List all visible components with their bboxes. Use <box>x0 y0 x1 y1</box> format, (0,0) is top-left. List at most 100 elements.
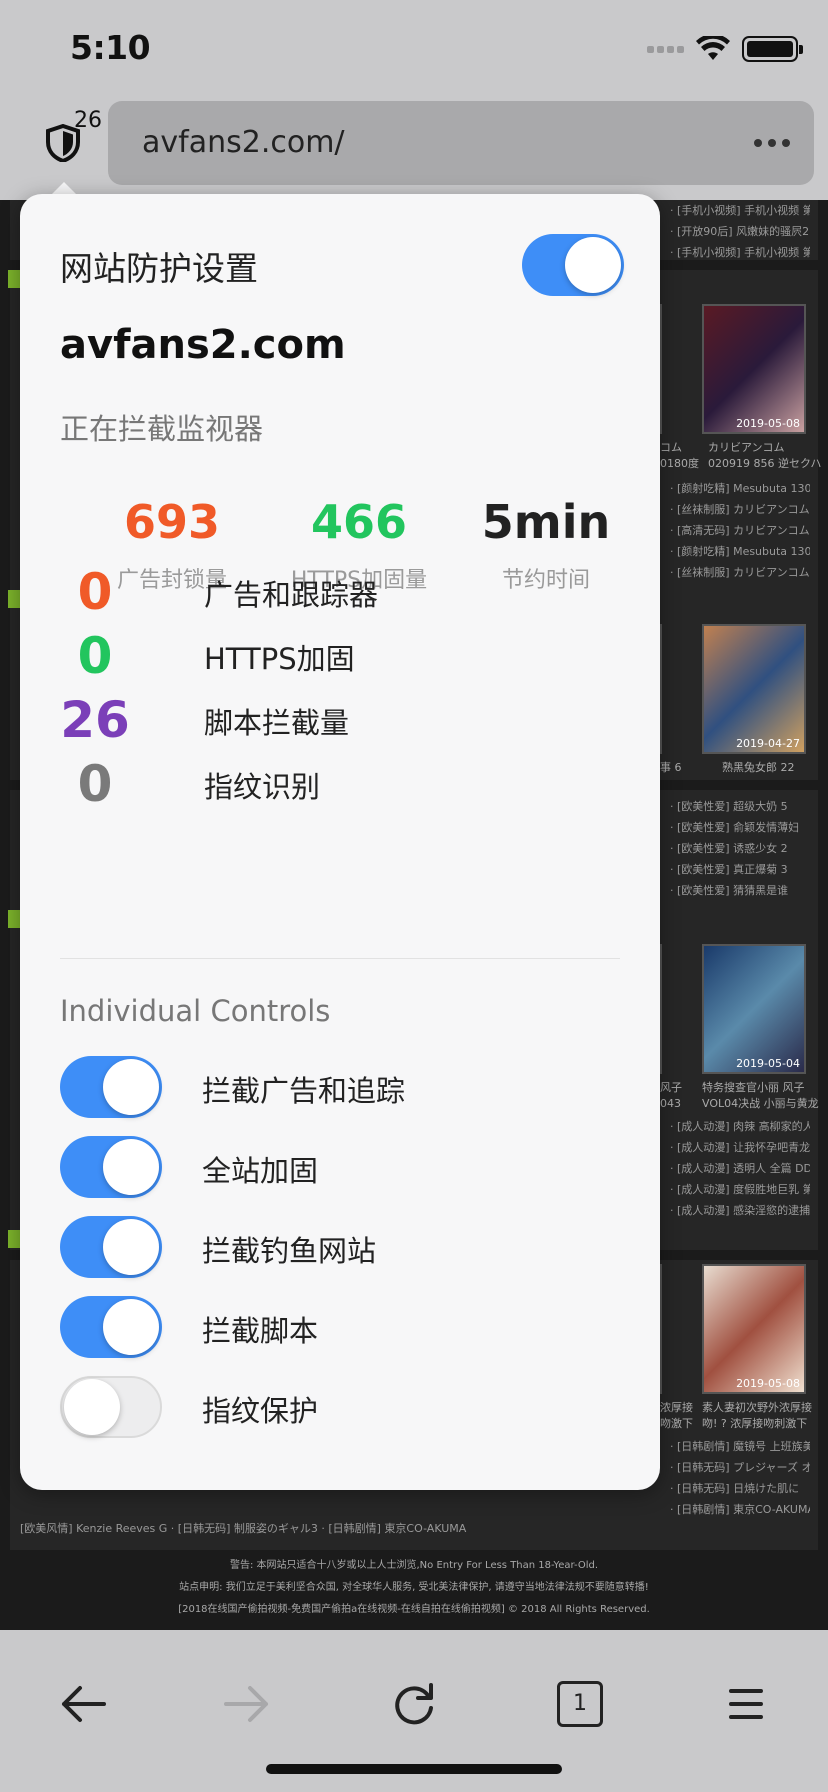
individual-controls-header: Individual Controls <box>60 994 331 1028</box>
menu-icon <box>729 1689 763 1719</box>
site-protection-toggle[interactable] <box>522 234 624 296</box>
battery-icon <box>742 36 803 62</box>
bg-list: · [手机小视频] 手机小视频 第6 · [开放90后] 风嫩妹的骚屄2 · [… <box>670 200 810 263</box>
reload-icon <box>395 1683 433 1725</box>
bg-thumb-caption: 吻激下 <box>660 1417 693 1430</box>
bg-thumb-caption: 浓厚接 <box>660 1401 693 1414</box>
bg-list-line: · [颜射吃精] Mesubuta 13011 <box>670 545 810 558</box>
stat-value: 693 <box>123 495 221 549</box>
site-shields-popover: 网站防护设置 avfans2.com 正在拦截监视器 693 广告封锁量 466… <box>20 194 660 1490</box>
control-phishing: 拦截钓鱼网站 <box>60 1216 620 1278</box>
shield-button[interactable]: 26 <box>38 108 102 170</box>
bg-list-line: · [颜射吃精] Mesubuta 13010 <box>670 482 810 495</box>
toggle-knob <box>103 1059 159 1115</box>
bg-list: · [颜射吃精] Mesubuta 13010 · [丝袜制服] カリビアンコム… <box>670 478 810 583</box>
bg-list-line: · [成人动漫] 感染淫慾的逮捕 <box>670 1204 810 1217</box>
bg-list: · [日韩剧情] 魔镜号 上班族美 · [日韩无码] プレジャーズ オ · [日… <box>670 1436 810 1520</box>
count-value: 0 <box>77 627 113 685</box>
count-value: 0 <box>77 563 113 621</box>
block-phishing-toggle[interactable] <box>60 1216 162 1278</box>
bg-list-line: · [开放90后] 风嫩妹的骚屄2 <box>670 225 810 238</box>
control-fingerprint: 指纹保护 <box>60 1376 620 1438</box>
bg-thumbnail: 2019-04-27 <box>702 624 806 754</box>
control-label: 全站加固 <box>202 1154 319 1188</box>
bg-list-line: · [欧美性爱] 猜猜黑是谁 <box>670 884 789 897</box>
popover-title: 网站防护设置 <box>60 249 258 288</box>
bg-thumb-caption: 043 <box>660 1097 681 1110</box>
bg-list-line: · [丝袜制服] カリビアンコム <box>670 503 810 516</box>
bg-thumb-caption: 0180度 <box>660 457 699 470</box>
bg-list-line: · [成人动漫] 度假胜地巨乳 第 <box>670 1183 810 1196</box>
bg-list: · [欧美性爱] 超级大奶 5 · [欧美性爱] 俞颖发情薄妇 · [欧美性爱]… <box>670 796 810 901</box>
bg-thumb-caption: 素人妻初次野外浓厚接 <box>702 1401 812 1414</box>
bg-list-line: · [日韩无码] プレジャーズ オ <box>670 1461 810 1474</box>
bg-thumbnail: 2019-05-08 <box>702 304 806 434</box>
control-label: 拦截脚本 <box>202 1314 319 1348</box>
toggle-knob <box>103 1139 159 1195</box>
bg-footer-line: 站点申明: 我们立足于美利坚合众国, 对全球华人服务, 受北美法律保护, 请遵守… <box>179 1582 649 1593</box>
more-icon[interactable] <box>754 139 790 147</box>
bg-bottom-row: [欧美风情] Kenzie Reeves G · [日韩无码] 制服姿のギャル3… <box>20 1522 467 1535</box>
control-scripts: 拦截脚本 <box>60 1296 620 1358</box>
count-scripts: 26 脚本拦截量 <box>50 690 610 750</box>
bg-footer-line: 警告: 本网站只适合十八岁或以上人士浏览,No Entry For Less T… <box>229 1560 599 1571</box>
reload-button[interactable] <box>382 1672 446 1736</box>
count-fingerprinting: 0 指纹识别 <box>50 754 610 814</box>
control-block-ads: 拦截广告和追踪 <box>60 1056 620 1118</box>
bg-thumb-caption: 风子 <box>660 1081 682 1094</box>
toggle-knob <box>103 1299 159 1355</box>
bg-list-line: · [欧美性爱] 超级大奶 5 <box>670 800 788 813</box>
status-bar: 5:10 <box>0 0 828 96</box>
count-label: 指纹识别 <box>204 770 321 804</box>
bg-section-marker <box>8 270 20 288</box>
fingerprint-protection-toggle[interactable] <box>60 1376 162 1438</box>
menu-button[interactable] <box>714 1672 778 1736</box>
bg-list-line: · [高清无码] カリビアンコム <box>670 524 810 537</box>
toggle-knob <box>565 237 621 293</box>
control-label: 指纹保护 <box>202 1394 319 1428</box>
bg-list-line: · [欧美性爱] 真正爆菊 3 <box>670 863 788 876</box>
control-label: 拦截钓鱼网站 <box>202 1234 377 1268</box>
bg-thumb-caption: 吻! ? 浓厚接吻刺激下 <box>702 1417 808 1430</box>
bg-list-line: · [欧美性爱] 诱惑少女 2 <box>670 842 788 855</box>
url-text: avfans2.com/ <box>142 125 345 160</box>
signal-icon <box>647 45 684 53</box>
bg-section-marker <box>8 910 20 928</box>
blocking-status-text: 正在拦截监视器 <box>60 412 264 446</box>
forward-icon <box>224 1686 268 1722</box>
bg-thumb-caption: 熟黑兔女郎 22 <box>722 761 795 774</box>
bg-list-line: · [日韩剧情] 東京CO-AKUMA <box>670 1503 810 1516</box>
home-indicator[interactable] <box>266 1764 562 1774</box>
count-label: 广告和跟踪器 <box>204 578 379 612</box>
bg-section-marker <box>8 1230 20 1248</box>
bg-thumb-caption: 特务搜查官小丽 风子 <box>702 1081 805 1094</box>
count-value: 0 <box>77 755 113 813</box>
back-button[interactable] <box>50 1672 114 1736</box>
status-icons <box>647 36 803 62</box>
bg-list-line: · [成人动漫] 透明人 全篇 DD <box>670 1162 810 1175</box>
bg-thumb-caption: 事 6 <box>660 761 682 774</box>
tabs-icon: 1 <box>557 1681 603 1727</box>
forward-button[interactable] <box>216 1672 280 1736</box>
https-everywhere-toggle[interactable] <box>60 1136 162 1198</box>
bg-list-line: · [成人动漫] 肉辣 高柳家的人 <box>670 1120 810 1133</box>
block-ads-toggle[interactable] <box>60 1056 162 1118</box>
control-label: 拦截广告和追踪 <box>202 1074 406 1108</box>
block-scripts-toggle[interactable] <box>60 1296 162 1358</box>
site-domain: avfans2.com <box>60 322 346 368</box>
tabs-button[interactable]: 1 <box>548 1672 612 1736</box>
count-label: 脚本拦截量 <box>204 706 350 740</box>
section-divider <box>60 958 620 959</box>
toggle-knob <box>64 1379 120 1435</box>
control-https: 全站加固 <box>60 1136 620 1198</box>
shield-icon <box>46 124 80 162</box>
bg-list-line: · [手机小视频] 手机小视频 第4 <box>670 246 810 259</box>
count-label: HTTPS加固 <box>204 642 355 676</box>
bg-thumbnail: 2019-05-04 <box>702 944 806 1074</box>
url-field[interactable]: avfans2.com/ <box>108 101 814 185</box>
bg-thumbnail: 2019-05-08 <box>702 1264 806 1394</box>
count-https: 0 HTTPS加固 <box>50 626 610 686</box>
bg-footer: 警告: 本网站只适合十八岁或以上人士浏览,No Entry For Less T… <box>0 1555 828 1630</box>
status-time: 5:10 <box>70 28 151 67</box>
stat-value: 466 <box>310 495 408 549</box>
